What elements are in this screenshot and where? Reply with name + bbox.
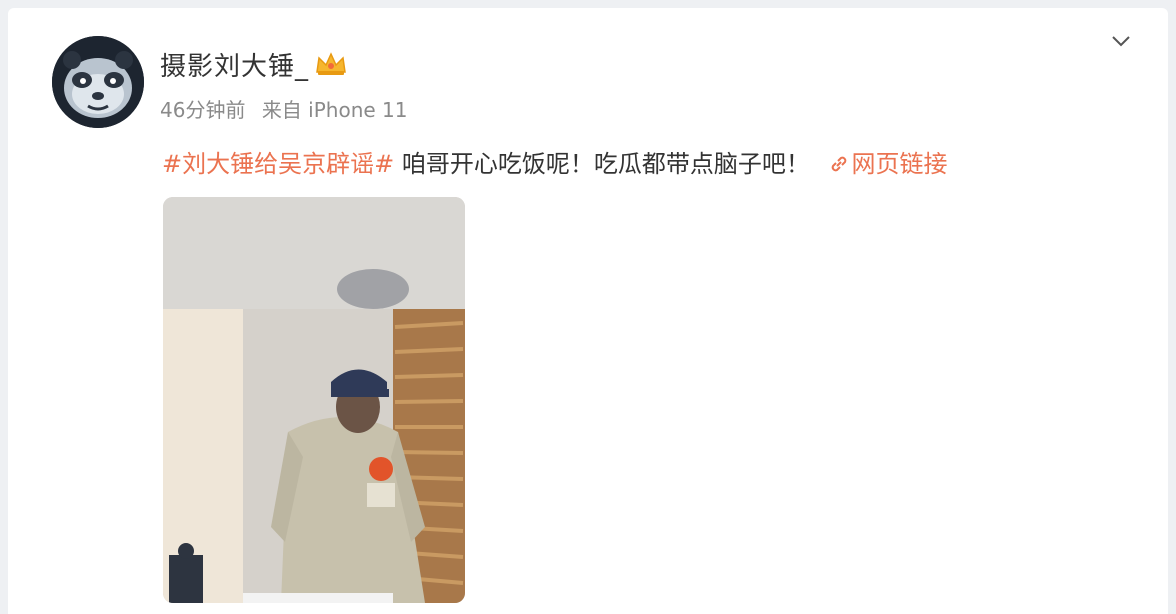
post-meta: 46分钟前 来自 iPhone 11	[160, 94, 408, 123]
weibo-post-card: 摄影刘大锤_ 46分钟前 来自 iPhone 11 #刘大锤给吴京辟谣# 咱哥开…	[8, 8, 1168, 614]
author-name[interactable]: 摄影刘大锤_	[160, 46, 309, 83]
author-avatar[interactable]	[52, 36, 144, 128]
chevron-down-icon[interactable]	[1108, 28, 1134, 54]
post-photo[interactable]	[163, 197, 465, 603]
web-link-label: 网页链接	[851, 150, 948, 178]
post-text: #刘大锤给吴京辟谣# 咱哥开心吃饭呢！吃瓜都带点脑子吧！ 网页链接	[162, 144, 948, 179]
post-source: 来自 iPhone 11	[261, 98, 408, 122]
web-link[interactable]: 网页链接	[828, 150, 948, 178]
hashtag-link[interactable]: #刘大锤给吴京辟谣#	[162, 150, 394, 178]
post-time[interactable]: 46分钟前	[160, 98, 245, 122]
crown-badge-icon	[314, 50, 348, 78]
post-body: 咱哥开心吃饭呢！吃瓜都带点脑子吧！	[401, 150, 810, 178]
link-icon	[831, 156, 846, 172]
